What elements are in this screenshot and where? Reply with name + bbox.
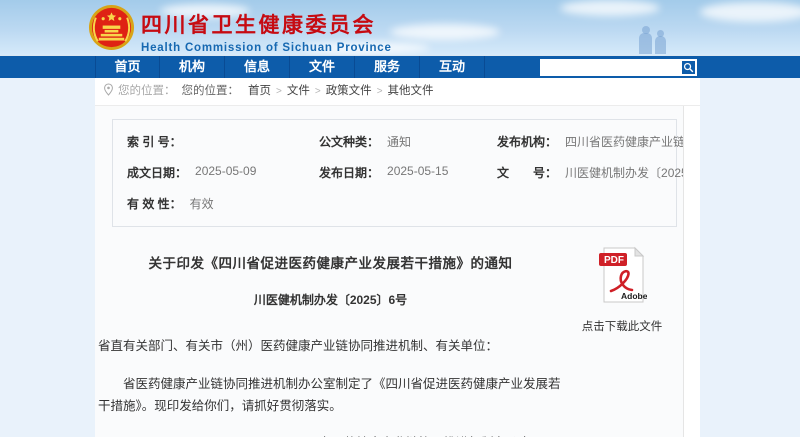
- field-label: 文 号：: [497, 164, 557, 181]
- breadcrumb-link-policy-documents[interactable]: 政策文件: [326, 85, 372, 97]
- document-body: 省直有关部门、有关市（州）医药健康产业链协同推进机制、有关单位： 省医药健康产业…: [98, 335, 563, 417]
- field-label: 公文种类：: [319, 133, 379, 150]
- search-input[interactable]: [542, 59, 680, 76]
- field-written-date: 成文日期： 2025-05-09: [127, 164, 319, 181]
- site-title-block: 四川省卫生健康委员会 Health Commission of Sichuan …: [141, 9, 392, 54]
- document-info-table: 索 引 号： 公文种类： 通知 发布机构： 四川省医药健康产业链协同推进... …: [112, 119, 677, 227]
- breadcrumb-prefix: 您的位置：: [118, 85, 176, 97]
- site-subtitle: Health Commission of Sichuan Province: [141, 42, 392, 54]
- field-value: 通知: [387, 133, 411, 150]
- nav-item-information[interactable]: 信息: [225, 56, 290, 78]
- breadcrumb-prefix: 您的位置：: [182, 85, 240, 97]
- nav-item-services[interactable]: 服务: [355, 56, 420, 78]
- field-value: 有效: [190, 195, 214, 212]
- site-header: 四川省卫生健康委员会 Health Commission of Sichuan …: [0, 0, 800, 55]
- cloud-decoration: [560, 0, 660, 16]
- field-label: 成文日期：: [127, 164, 187, 181]
- document-section: 关于印发《四川省促进医药健康产业发展若干措施》的通知 川医健机制办发〔2025〕…: [95, 238, 683, 437]
- table-row: 成文日期： 2025-05-09 发布日期： 2025-05-15 文 号： 川…: [113, 157, 676, 188]
- breadcrumb-link-home[interactable]: 首页: [248, 85, 271, 97]
- field-value: 2025-05-15: [387, 164, 448, 181]
- cloud-decoration: [390, 24, 500, 40]
- breadcrumb-link-documents[interactable]: 文件: [287, 85, 310, 97]
- table-row: 索 引 号： 公文种类： 通知 发布机构： 四川省医药健康产业链协同推进...: [113, 126, 676, 157]
- document-main: 关于印发《四川省促进医药健康产业发展若干措施》的通知 川医健机制办发〔2025〕…: [95, 238, 563, 437]
- location-pin-icon: [103, 83, 114, 96]
- breadcrumb-separator: >: [276, 86, 282, 97]
- paragraph: 省医药健康产业链协同推进机制办公室制定了《四川省促进医药健康产业发展若干措施》。…: [98, 373, 563, 417]
- field-label: 索 引 号：: [127, 133, 182, 150]
- field-label: 发布机构：: [497, 133, 557, 150]
- pdf-download-link[interactable]: 点击下载此文件: [563, 318, 681, 334]
- field-index-number: 索 引 号：: [127, 133, 319, 150]
- silhouette-decoration: [655, 36, 666, 54]
- search-icon: [683, 62, 694, 73]
- field-value: 2025-05-09: [195, 164, 256, 181]
- article-panel: 索 引 号： 公文种类： 通知 发布机构： 四川省医药健康产业链协同推进... …: [95, 106, 684, 437]
- field-label: 有 效 性：: [127, 195, 182, 212]
- pdf-file-icon[interactable]: PDF Adobe: [597, 246, 647, 304]
- breadcrumb-separator: >: [315, 86, 321, 97]
- nav-item-documents[interactable]: 文件: [290, 56, 355, 78]
- field-value: 川医健机制办发〔2025〕6号: [565, 164, 684, 181]
- field-document-number: 文 号： 川医健机制办发〔2025〕6号: [497, 164, 667, 181]
- document-number: 川医健机制办发〔2025〕6号: [98, 291, 563, 308]
- breadcrumb: 您的位置： 您的位置： 首页 > 文件 > 政策文件 > 其他文件: [95, 78, 700, 106]
- breadcrumb-separator: >: [377, 86, 383, 97]
- field-publish-date: 发布日期： 2025-05-15: [319, 164, 497, 181]
- search-box: [540, 59, 697, 76]
- field-validity: 有 效 性： 有效: [127, 195, 319, 212]
- pdf-banner-text: PDF: [604, 255, 624, 266]
- pdf-brand-text: Adobe: [621, 291, 647, 301]
- field-label: 发布日期：: [319, 164, 379, 181]
- document-title: 关于印发《四川省促进医药健康产业发展若干措施》的通知: [98, 252, 563, 272]
- cloud-decoration: [700, 2, 800, 22]
- breadcrumb-link-other-documents[interactable]: 其他文件: [388, 85, 434, 97]
- paragraph: 省直有关部门、有关市（州）医药健康产业链协同推进机制、有关单位：: [98, 335, 563, 357]
- content-column: 您的位置： 您的位置： 首页 > 文件 > 政策文件 > 其他文件 索 引 号： 公文种类： 通…: [95, 78, 700, 437]
- field-value: 四川省医药健康产业链协同推进...: [565, 133, 684, 150]
- document-signature: 四川省医药健康产业链协同推进机制办公室: [98, 432, 563, 437]
- pdf-download-box: PDF Adobe 点击下载此文件: [563, 238, 681, 437]
- table-row: 有 效 性： 有效: [113, 188, 676, 219]
- national-emblem-logo[interactable]: [88, 4, 135, 51]
- nav-item-home[interactable]: 首页: [95, 56, 160, 78]
- nav-item-interaction[interactable]: 互动: [420, 56, 485, 78]
- main-navbar: 首页 机构 信息 文件 服务 互动: [0, 55, 800, 78]
- field-document-type: 公文种类： 通知: [319, 133, 497, 150]
- silhouette-decoration: [639, 33, 652, 54]
- site-title: 四川省卫生健康委员会: [141, 9, 392, 39]
- search-button[interactable]: [681, 60, 696, 75]
- field-issuing-agency: 发布机构： 四川省医药健康产业链协同推进...: [497, 133, 667, 150]
- nav-item-organization[interactable]: 机构: [160, 56, 225, 78]
